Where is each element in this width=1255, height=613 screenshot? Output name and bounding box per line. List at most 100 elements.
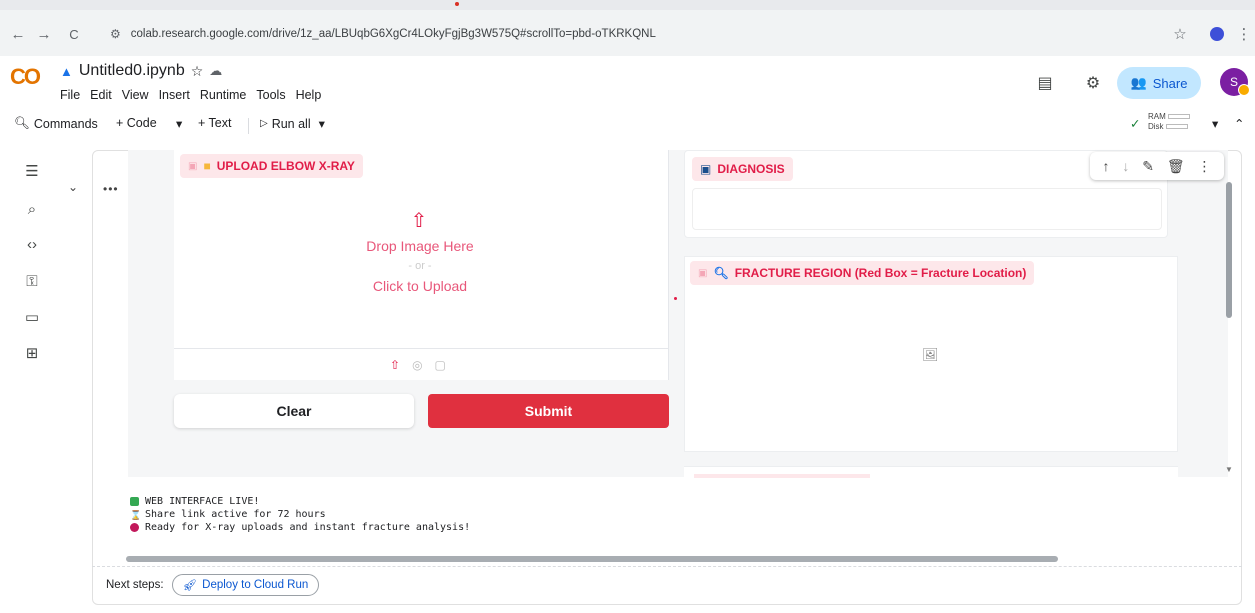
menu-insert[interactable]: Insert [159, 88, 190, 102]
diagnosis-textbox[interactable] [692, 188, 1162, 230]
code-dropdown-icon[interactable]: ▾ [176, 116, 182, 131]
table-of-contents-icon[interactable]: ☰ [22, 161, 42, 181]
ram-label: RAM [1148, 112, 1166, 121]
collapse-chevron-icon[interactable]: ⌄ [68, 180, 78, 194]
edit-pencil-icon[interactable]: ✎ [1142, 158, 1154, 175]
star-icon[interactable]: ☆ [191, 63, 204, 80]
check-mark-icon [130, 497, 139, 506]
secrets-key-icon[interactable]: ⚿ [22, 271, 42, 291]
collapse-header-icon[interactable]: ⌃ [1234, 116, 1244, 131]
search-icon: 🔍︎ [14, 116, 30, 130]
recording-dot [455, 2, 459, 6]
notebook-title[interactable]: Untitled0.ipynb [79, 62, 185, 80]
menu-bar: File Edit View Insert Runtime Tools Help [60, 88, 321, 102]
notebook-title-row: ▲ Untitled0.ipynb ☆ ☁ [60, 62, 222, 80]
image-placeholder-icon: 🖼︎ [922, 347, 939, 362]
deploy-cloud-run-chip[interactable]: 🚀︎ Deploy to Cloud Run [171, 574, 320, 596]
code-snippets-icon[interactable]: ‹› [22, 234, 42, 254]
upload-icon[interactable]: ⇧ [404, 205, 434, 235]
next-steps-label: Next steps: [106, 579, 164, 591]
cell-menu-icon[interactable]: ⋮ [1198, 158, 1212, 175]
upload-source-icons: ⇧ ◎ ▢ [390, 358, 446, 372]
webcam-icon[interactable]: ◎ [412, 358, 422, 372]
upload-divider [174, 348, 669, 349]
people-icon: 👥 [1130, 75, 1147, 90]
resource-meter[interactable]: RAM Disk [1148, 112, 1190, 132]
stdout-line: WEB INTERFACE LIVE! [130, 495, 470, 508]
move-down-icon[interactable]: ↓ [1122, 158, 1129, 174]
clipboard-icon[interactable]: ▢ [435, 358, 446, 372]
menu-tools[interactable]: Tools [256, 88, 285, 102]
files-folder-icon[interactable]: ▭ [22, 307, 42, 327]
hourglass-icon: ⌛ [130, 510, 142, 521]
stdout-line: ⌛ Share link active for 72 hours [130, 508, 470, 521]
upload-label-badge: ▣ ■ UPLOAD ELBOW X-RAY [180, 154, 363, 178]
url-text: colab.research.google.com/drive/1z_aa/LB… [130, 28, 656, 40]
run-all-dropdown-icon: ▾ [318, 117, 325, 131]
image-icon: ▣ [698, 267, 708, 279]
submit-button[interactable]: Submit [428, 394, 669, 428]
variables-table-icon[interactable]: ⊞ [22, 343, 42, 363]
deploy-chip-label: Deploy to Cloud Run [202, 579, 309, 591]
colab-logo[interactable]: CO [10, 64, 41, 90]
cell-stdout: WEB INTERFACE LIVE! ⌛ Share link active f… [130, 495, 470, 534]
move-up-icon[interactable]: ↑ [1102, 158, 1109, 174]
menu-view[interactable]: View [122, 88, 149, 102]
click-to-upload-link[interactable]: Click to Upload [300, 278, 540, 294]
tab-strip [0, 0, 1255, 10]
bookmark-star-icon[interactable]: ☆ [1170, 24, 1190, 44]
comments-icon[interactable]: ▤ [1034, 72, 1056, 94]
stdout-line: Ready for X-ray uploads and instant frac… [130, 521, 470, 534]
address-bar[interactable]: ⚙ colab.research.google.com/drive/1z_aa/… [100, 20, 1180, 48]
add-text-button[interactable]: + Text [198, 116, 231, 130]
cursor-dot [674, 297, 677, 300]
cell-more-icon[interactable]: ••• [103, 182, 119, 196]
stdout-line-1: WEB INTERFACE LIVE! [145, 496, 260, 507]
stdout-line-2: Share link active for 72 hours [145, 509, 326, 520]
scroll-down-arrow-icon[interactable]: ▼ [1225, 465, 1233, 474]
menu-help[interactable]: Help [296, 88, 322, 102]
avatar-badge [1238, 84, 1250, 96]
add-code-label: + Code [116, 116, 157, 130]
add-text-label: + Text [198, 116, 232, 130]
menu-file[interactable]: File [60, 88, 80, 102]
run-all-button[interactable]: ▷ Run all ▾ [260, 116, 325, 132]
run-all-label: Run all [271, 116, 311, 131]
play-icon: ▷ [260, 118, 268, 129]
menu-runtime[interactable]: Runtime [200, 88, 247, 102]
clear-button[interactable]: Clear [174, 394, 414, 428]
stdout-line-3: Ready for X-ray uploads and instant frac… [145, 522, 471, 533]
magnifier-icon: 🔍︎ [713, 266, 729, 280]
drive-icon: ▲ [60, 63, 73, 79]
folder-icon: ■ [203, 159, 211, 173]
browser-menu-icon[interactable]: ⋮ [1234, 24, 1254, 44]
delete-icon[interactable]: 🗑︎ [1167, 158, 1185, 175]
resources-dropdown-icon[interactable]: ▾ [1212, 116, 1218, 131]
reload-icon[interactable]: C [64, 24, 84, 44]
share-button[interactable]: 👥 Share [1117, 67, 1201, 99]
cell-toolbar: ↑ ↓ ✎ 🗑︎ ⋮ [1090, 152, 1224, 180]
connected-check-icon: ✓ [1130, 117, 1141, 131]
disk-label: Disk [1148, 122, 1164, 131]
fracture-label: FRACTURE REGION (Red Box = Fracture Loca… [734, 266, 1027, 280]
settings-gear-icon[interactable]: ⚙ [1082, 72, 1104, 94]
disk-bar [1165, 124, 1188, 130]
find-icon[interactable]: ⌕ [22, 199, 42, 219]
image-icon: ▣ [188, 160, 198, 172]
ram-bar [1167, 114, 1190, 120]
vertical-scroll-thumb[interactable] [1226, 182, 1232, 318]
upload-source-icon[interactable]: ⇧ [390, 358, 400, 372]
notebook-toolbar: 🔍︎ Commands + Code ▾ + Text ▷ Run all ▾ … [0, 110, 1255, 140]
profile-icon[interactable] [1207, 24, 1227, 44]
commands-label: Commands [33, 116, 98, 131]
diagnosis-icon: ▣ [700, 162, 712, 176]
horizontal-scroll-thumb[interactable] [126, 556, 1058, 562]
add-code-button[interactable]: + Code [116, 116, 157, 130]
fracture-label-badge: ▣ 🔍︎ FRACTURE REGION (Red Box = Fracture… [690, 261, 1035, 285]
site-settings-icon[interactable]: ⚙ [110, 27, 121, 41]
menu-edit[interactable]: Edit [90, 88, 112, 102]
commands-button[interactable]: 🔍︎ Commands [14, 116, 98, 131]
back-icon[interactable]: ← [8, 24, 28, 44]
drop-image-text: Drop Image Here [366, 238, 474, 254]
forward-icon[interactable]: → [34, 24, 54, 44]
